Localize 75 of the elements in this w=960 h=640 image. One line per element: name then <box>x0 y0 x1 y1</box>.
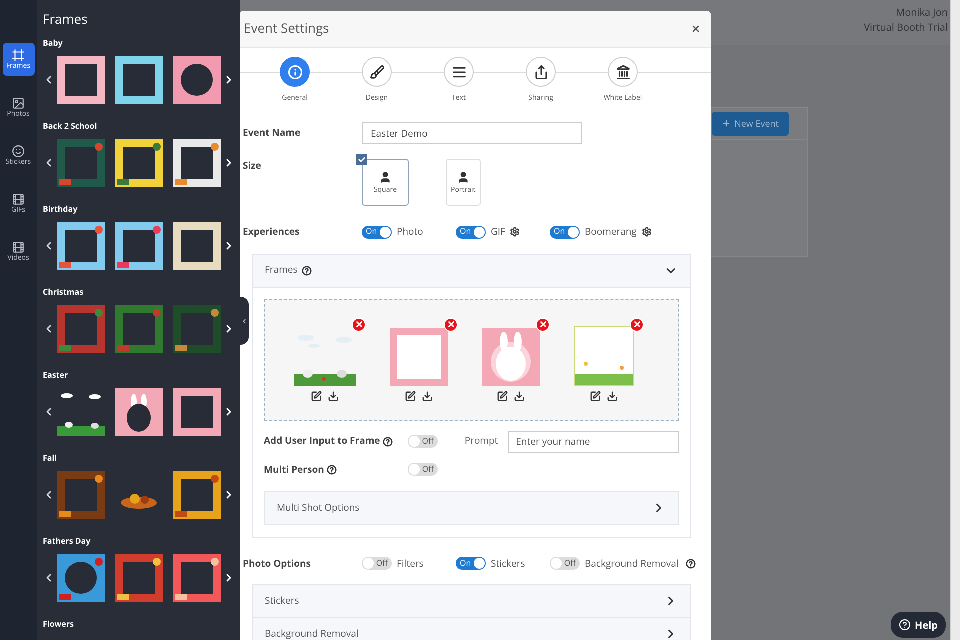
option-label: Stickers <box>491 556 526 571</box>
dialog-title: Event Settings <box>244 19 330 39</box>
download-icon[interactable] <box>514 390 525 402</box>
frames-header[interactable]: Frames <box>253 254 690 288</box>
download-icon[interactable] <box>328 390 339 402</box>
option-label: Background Removal <box>585 556 679 571</box>
toggle-switch[interactable]: Off <box>408 435 438 448</box>
download-icon[interactable] <box>422 390 433 402</box>
prompt-field[interactable]: Enter your name <box>508 430 679 452</box>
share-icon <box>534 64 548 80</box>
accordion-header[interactable]: Background Removal <box>252 617 691 640</box>
plus-icon <box>722 119 731 128</box>
panel-title: Frames <box>43 11 89 27</box>
experience-label: Boomerang <box>585 225 637 240</box>
frame-icon <box>12 49 25 62</box>
toggle-switch[interactable]: On <box>362 226 392 239</box>
experience-label: GIF <box>491 225 506 240</box>
account-label: Virtual Booth Trial <box>864 21 948 34</box>
accordion-header[interactable]: Stickers <box>252 584 691 618</box>
toggle-switch[interactable]: On <box>456 557 486 570</box>
settings-icon[interactable] <box>510 227 520 238</box>
help-icon <box>899 619 912 631</box>
field-label: Event Name <box>243 126 302 140</box>
help-icon[interactable] <box>383 436 394 446</box>
category-label: Baby <box>43 39 64 49</box>
delete-icon[interactable] <box>444 318 458 332</box>
image-icon <box>12 97 25 110</box>
category-label: Birthday <box>43 205 79 215</box>
category-label: Fall <box>43 454 58 464</box>
experience-label: Photo <box>397 225 424 240</box>
field-label: Size <box>243 159 262 174</box>
edit-icon[interactable] <box>590 390 601 402</box>
help-icon[interactable] <box>327 464 338 475</box>
field-label: Multi Person <box>264 462 408 477</box>
category-label: Christmas <box>43 288 85 298</box>
smiley-icon <box>12 145 25 158</box>
delete-icon[interactable] <box>630 318 644 332</box>
toggle-switch[interactable]: Off <box>408 463 438 476</box>
user-name: Monika Jon <box>896 6 948 19</box>
person-icon <box>456 171 470 184</box>
edit-icon[interactable] <box>405 390 416 402</box>
prompt-label: Prompt <box>464 434 498 449</box>
toggle-switch[interactable]: Off <box>362 557 392 570</box>
edit-icon[interactable] <box>311 390 322 402</box>
toggle-switch[interactable]: Off <box>550 557 580 570</box>
option-label: Filters <box>397 556 424 571</box>
help-icon[interactable] <box>302 266 312 276</box>
field-label: Experiences <box>243 225 301 240</box>
brush-icon <box>370 64 384 80</box>
toggle-switch[interactable]: On <box>550 226 580 239</box>
help-icon[interactable] <box>686 558 696 569</box>
film-icon <box>12 193 25 206</box>
help-button[interactable]: Help <box>891 612 946 638</box>
delete-icon[interactable] <box>536 318 550 332</box>
edit-icon[interactable] <box>497 390 508 402</box>
category-label: Easter <box>43 371 70 381</box>
building-icon <box>616 64 630 80</box>
field-label: Add User Input to Frame <box>264 434 408 449</box>
collapse-handle[interactable] <box>240 297 249 345</box>
settings-icon[interactable] <box>642 227 652 238</box>
category-label: Flowers <box>43 620 75 630</box>
film-icon <box>12 241 25 254</box>
toggle-switch[interactable]: On <box>456 226 486 239</box>
lines-icon <box>452 64 466 80</box>
field-label: Photo Options <box>243 556 312 571</box>
multi-shot-options[interactable]: Multi Shot Options <box>264 490 679 525</box>
category-label: Back 2 School <box>43 122 98 132</box>
category-label: Fathers Day <box>43 537 92 547</box>
event-name-field[interactable]: Easter Demo <box>362 122 582 144</box>
info-icon <box>288 64 302 80</box>
close-icon[interactable] <box>691 24 701 34</box>
download-icon[interactable] <box>607 390 618 402</box>
checkbox[interactable] <box>356 154 367 166</box>
delete-icon[interactable] <box>352 318 366 332</box>
person-icon <box>379 171 392 184</box>
